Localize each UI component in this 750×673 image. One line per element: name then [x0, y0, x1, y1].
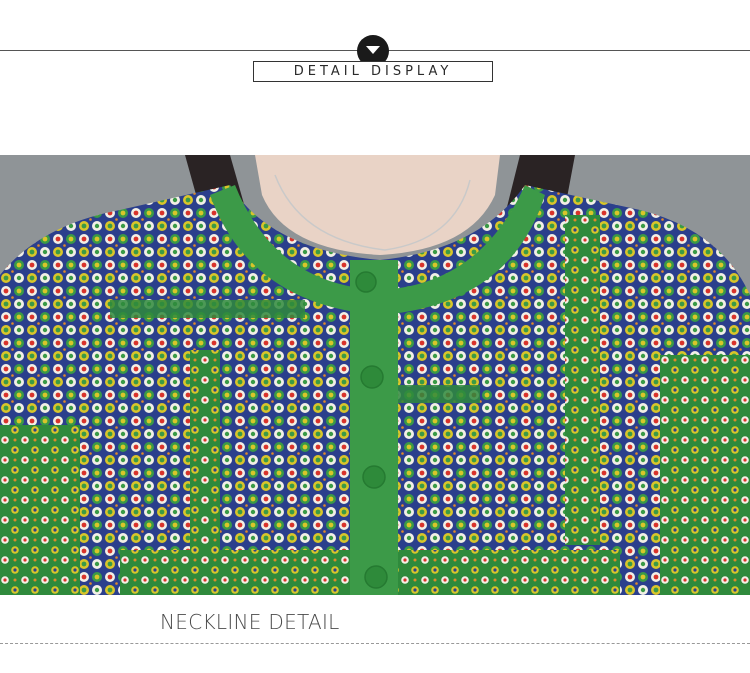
bottom-divider	[0, 643, 750, 644]
product-photo	[0, 155, 750, 595]
photo-caption: NECKLINE DETAIL	[160, 610, 340, 634]
neckline-photo-illustration	[0, 155, 750, 595]
chevron-down-icon	[366, 46, 380, 54]
section-title-box: DETAIL DISPLAY	[253, 61, 493, 82]
section-title: DETAIL DISPLAY	[293, 64, 453, 79]
